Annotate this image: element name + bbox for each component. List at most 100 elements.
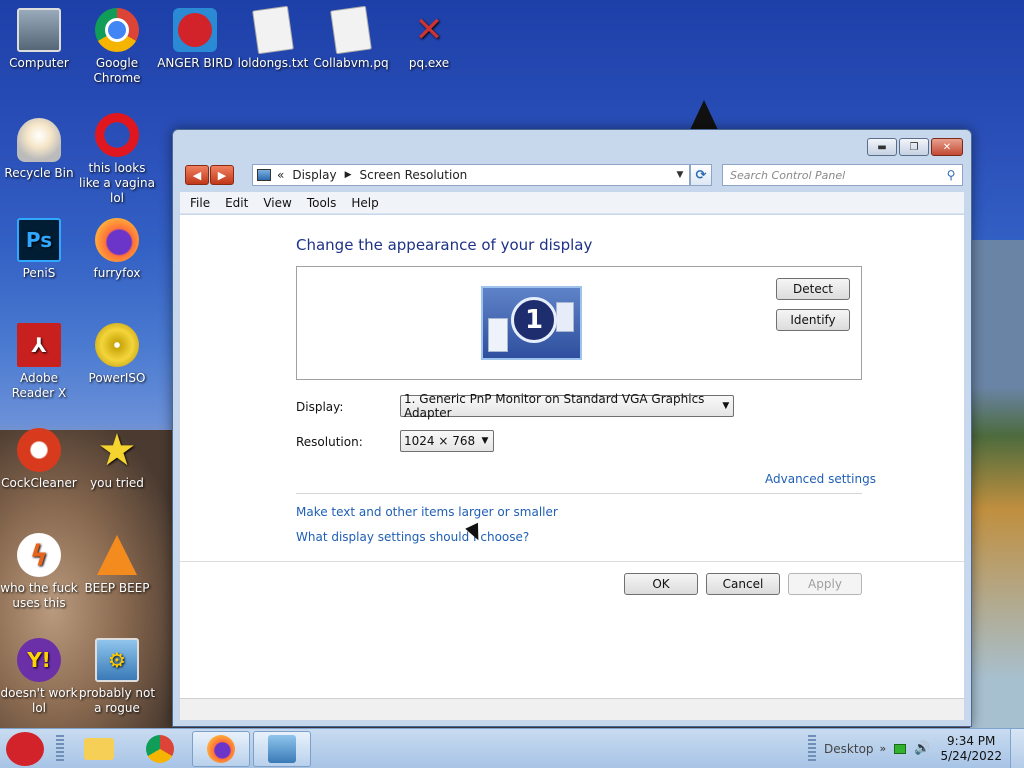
desktop-icon-anger-bird[interactable]: ANGER BIRD bbox=[156, 8, 234, 71]
icon-label: doesn't work lol bbox=[0, 686, 78, 715]
search-box[interactable]: ⚲ bbox=[722, 164, 963, 186]
taskbar-control-panel[interactable] bbox=[253, 730, 311, 767]
apply-button[interactable]: Apply bbox=[788, 573, 862, 595]
menu-bar: File Edit View Tools Help bbox=[180, 192, 964, 214]
text-size-link[interactable]: Make text and other items larger or smal… bbox=[296, 505, 558, 519]
menu-file[interactable]: File bbox=[190, 196, 210, 210]
icon-label: Computer bbox=[9, 56, 69, 70]
chevron-right-icon[interactable]: » bbox=[880, 742, 887, 755]
title-bar[interactable]: ▬ ❐ ✕ bbox=[173, 130, 971, 160]
flash-icon: ϟ bbox=[17, 533, 61, 577]
desktop-icon-yahoo[interactable]: Y! doesn't work lol bbox=[0, 638, 78, 716]
icon-label: pq.exe bbox=[408, 56, 450, 70]
icon-label: probably not a rogue bbox=[78, 686, 156, 715]
taskbar-firefox[interactable] bbox=[192, 730, 250, 767]
monitor-window-thumbnail bbox=[556, 302, 574, 332]
desktop-icon-recycle-bin[interactable]: Recycle Bin bbox=[0, 118, 78, 181]
taskbar: Desktop » 🔊 9:34 PM 5/24/2022 bbox=[0, 728, 1024, 768]
opera-icon bbox=[95, 113, 139, 157]
menu-tools[interactable]: Tools bbox=[307, 196, 337, 210]
desktop-icon-rogue[interactable]: ⚙ probably not a rogue bbox=[78, 638, 156, 716]
search-input[interactable] bbox=[730, 168, 940, 182]
resolution-select-value: 1024 × 768 bbox=[404, 434, 476, 448]
desktop-icon-furryfox[interactable]: furryfox bbox=[78, 218, 156, 281]
desktop-toolbar-label[interactable]: Desktop bbox=[824, 742, 874, 756]
detect-button[interactable]: Detect bbox=[776, 278, 850, 300]
address-dropdown-icon[interactable]: ▼ bbox=[671, 170, 689, 180]
breadcrumb-display[interactable]: Display bbox=[292, 168, 336, 182]
monitor-window-thumbnail bbox=[488, 318, 508, 352]
icon-label: loldongs.txt bbox=[237, 56, 309, 70]
menu-help[interactable]: Help bbox=[351, 196, 378, 210]
refresh-button[interactable]: ⟳ bbox=[690, 164, 712, 186]
start-button[interactable] bbox=[0, 729, 50, 768]
address-bar[interactable]: « Display ▶ Screen Resolution ▼ bbox=[252, 164, 690, 186]
display-select[interactable]: 1. Generic PnP Monitor on Standard VGA G… bbox=[400, 392, 734, 420]
minimize-button[interactable]: ▬ bbox=[867, 138, 897, 156]
chrome-icon bbox=[146, 734, 174, 763]
icon-label: Google Chrome bbox=[93, 56, 141, 85]
screen-resolution-window: ▬ ❐ ✕ ◀ ▶ « Display ▶ Screen Resolution … bbox=[172, 129, 972, 727]
icon-label: Collabvm.pq bbox=[313, 56, 389, 70]
taskbar-chrome[interactable] bbox=[131, 731, 189, 767]
resolution-select[interactable]: 1024 × 768 ▼ bbox=[400, 430, 494, 452]
yahoo-messenger-icon: Y! bbox=[17, 638, 61, 682]
desktop-icon-opera[interactable]: this looks like a vagina lol bbox=[78, 113, 156, 206]
desktop-icon-penis[interactable]: Ps PeniS bbox=[0, 218, 78, 281]
resolution-label: Resolution: bbox=[296, 435, 363, 449]
identify-button[interactable]: Identify bbox=[776, 309, 850, 331]
desktop-icon-flash[interactable]: ϟ who the fuck uses this bbox=[0, 533, 78, 611]
desktop-icon-computer[interactable]: Computer bbox=[0, 8, 78, 71]
icon-label: this looks like a vagina lol bbox=[79, 161, 155, 205]
maximize-button[interactable]: ❐ bbox=[899, 138, 929, 156]
wallpaper-lighthouse bbox=[690, 100, 718, 130]
desktop-icon-chrome[interactable]: Google Chrome bbox=[78, 8, 156, 86]
firefox-icon bbox=[95, 218, 139, 262]
control-panel-icon bbox=[268, 734, 296, 763]
desktop-icon-pq-exe[interactable]: ✕ pq.exe bbox=[390, 8, 468, 71]
desktop-icon-vlc[interactable]: BEEP BEEP bbox=[78, 533, 156, 596]
icon-label: PowerISO bbox=[88, 371, 146, 385]
desktop-icon-ccleaner[interactable]: CockCleaner bbox=[0, 428, 78, 491]
desktop-icon-adobe-reader[interactable]: ⅄ Adobe Reader X bbox=[0, 323, 78, 401]
menu-edit[interactable]: Edit bbox=[225, 196, 248, 210]
advanced-settings-link[interactable]: Advanced settings bbox=[765, 472, 876, 486]
address-bar-row: ◀ ▶ « Display ▶ Screen Resolution ▼ ⟳ ⚲ bbox=[173, 163, 971, 189]
close-button[interactable]: ✕ bbox=[931, 138, 963, 156]
display-help-link[interactable]: What display settings should I choose? bbox=[296, 530, 529, 544]
desktop-icon-collabvm[interactable]: Collabvm.pq bbox=[312, 5, 390, 71]
recycle-bin-icon bbox=[17, 118, 61, 162]
cancel-button[interactable]: Cancel bbox=[706, 573, 780, 595]
taskbar-grip[interactable] bbox=[56, 734, 64, 763]
breadcrumb-screen-resolution[interactable]: Screen Resolution bbox=[360, 168, 468, 182]
breadcrumb-overflow[interactable]: « bbox=[277, 168, 284, 182]
folder-icon bbox=[84, 737, 114, 760]
volume-icon[interactable]: 🔊 bbox=[914, 741, 930, 756]
menu-view[interactable]: View bbox=[263, 196, 291, 210]
icon-label: PeniS bbox=[22, 266, 56, 280]
monitor-1-tile[interactable]: 1 bbox=[481, 286, 582, 360]
chevron-down-icon: ▼ bbox=[481, 436, 489, 446]
icon-label: furryfox bbox=[93, 266, 141, 280]
status-bar bbox=[180, 698, 964, 720]
back-button[interactable]: ◀ bbox=[185, 165, 209, 185]
ok-button[interactable]: OK bbox=[624, 573, 698, 595]
desktop-icon-loldongs[interactable]: loldongs.txt bbox=[234, 5, 312, 71]
icon-label: Recycle Bin bbox=[4, 166, 74, 180]
breadcrumb-separator-icon[interactable]: ▶ bbox=[345, 170, 352, 180]
icon-label: ANGER BIRD bbox=[157, 56, 233, 70]
desktop-icon-you-tried[interactable]: ★ you tried bbox=[78, 428, 156, 491]
icon-label: Adobe Reader X bbox=[11, 371, 67, 400]
clock[interactable]: 9:34 PM 5/24/2022 bbox=[940, 734, 1002, 764]
search-icon[interactable]: ⚲ bbox=[940, 168, 962, 182]
page-title: Change the appearance of your display bbox=[296, 236, 593, 254]
divider bbox=[180, 561, 964, 562]
network-icon[interactable] bbox=[894, 743, 907, 754]
taskbar-explorer[interactable] bbox=[70, 731, 128, 767]
settings-gears-icon: ⚙ bbox=[95, 638, 139, 682]
control-panel-icon bbox=[257, 169, 271, 181]
tray-grip[interactable] bbox=[808, 734, 817, 763]
desktop-icon-poweriso[interactable]: PowerISO bbox=[78, 323, 156, 386]
show-desktop-button[interactable] bbox=[1010, 728, 1024, 768]
forward-button[interactable]: ▶ bbox=[210, 165, 234, 185]
